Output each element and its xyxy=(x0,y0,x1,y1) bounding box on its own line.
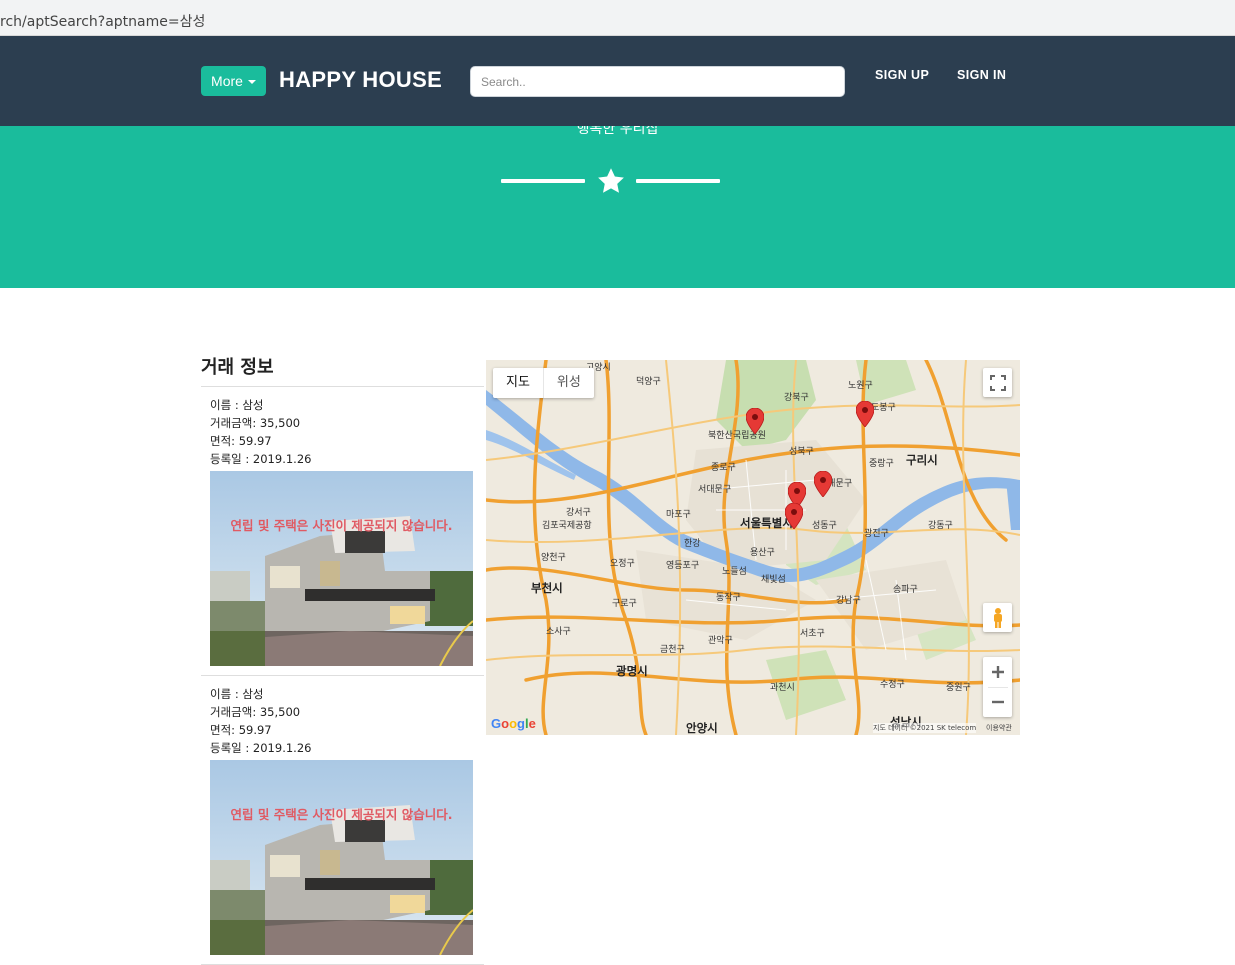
deal-item[interactable]: 이름 : 삼성 거래금액: 35,500 면적: 59.97 등록일 : 201… xyxy=(201,387,484,676)
apartment-marker[interactable] xyxy=(814,471,832,497)
nav-sign-in[interactable]: SIGN IN xyxy=(957,68,1006,82)
star-divider xyxy=(501,166,721,196)
map-type-satellite-button[interactable]: 위성 xyxy=(542,368,594,398)
map-label: 광명시 xyxy=(616,664,648,678)
navbar: More HAPPY HOUSE SIGN UP SIGN IN xyxy=(0,36,1235,126)
deal-area: 면적: 59.97 xyxy=(210,723,272,737)
map-label: 강서구 xyxy=(566,508,591,518)
map-label: 종로구 xyxy=(711,463,736,473)
deal-price: 거래금액: 35,500 xyxy=(210,416,301,430)
map-label: 강북구 xyxy=(784,393,809,403)
apartment-marker[interactable] xyxy=(785,503,803,529)
map-label: 양천구 xyxy=(541,553,566,563)
map-label: 강남구 xyxy=(836,596,861,606)
nav-sign-up[interactable]: SIGN UP xyxy=(875,68,929,82)
minus-icon xyxy=(991,701,1004,704)
map-attribution: 지도 데이터 ©2021 SK telecom xyxy=(873,723,977,733)
more-label: More xyxy=(211,73,243,89)
map-label: 중원구 xyxy=(946,683,971,693)
map-label: 김포국제공항 xyxy=(542,521,592,531)
map-type-map-button[interactable]: 지도 xyxy=(493,368,543,398)
map-label: 도봉구 xyxy=(871,403,896,413)
google-logo[interactable]: Google xyxy=(491,716,536,731)
pegman-icon xyxy=(993,607,1002,628)
map-label: 마포구 xyxy=(666,510,691,520)
street-view-pegman[interactable] xyxy=(983,603,1012,632)
map-terms-link[interactable]: 이용약관 xyxy=(986,723,1012,733)
house-photo: 연립 및 주택은 사진이 제공되지 않습니다. xyxy=(210,471,473,666)
fullscreen-icon xyxy=(989,374,1006,391)
plus-icon xyxy=(991,665,1004,678)
map-label: 중랑구 xyxy=(869,459,894,469)
map-label: 오정구 xyxy=(610,559,635,569)
search-input[interactable] xyxy=(470,66,845,97)
photo-notice: 연립 및 주택은 사진이 제공되지 않습니다. xyxy=(230,807,453,822)
map-label: 서대문구 xyxy=(698,485,732,495)
address-field[interactable]: rch/aptSearch?aptname=삼성 xyxy=(0,3,1235,32)
map-label: 광진구 xyxy=(864,529,889,539)
map-label: 서초구 xyxy=(800,629,825,639)
apartment-marker[interactable] xyxy=(856,401,874,427)
masthead: 행복한 우리집 xyxy=(0,126,1235,288)
map-label: 노원구 xyxy=(848,381,873,391)
map-label: 노들섬 xyxy=(722,567,747,577)
map-label: 수정구 xyxy=(880,680,905,690)
map-label: 과천시 xyxy=(770,683,795,693)
deal-name: 이름 : 삼성 xyxy=(210,398,264,412)
map-type-control: 지도 위성 xyxy=(493,368,594,398)
deal-area: 면적: 59.97 xyxy=(210,434,272,448)
deal-info-title: 거래 정보 xyxy=(201,356,484,387)
map-label: 부천시 xyxy=(531,581,563,595)
map-label: 동작구 xyxy=(716,593,741,603)
zoom-in-button[interactable] xyxy=(983,657,1012,687)
browser-url-bar: rch/aptSearch?aptname=삼성 xyxy=(0,0,1235,36)
brand-logo[interactable]: HAPPY HOUSE xyxy=(279,67,442,93)
deal-date: 등록일 : 2019.1.26 xyxy=(210,741,312,755)
map-label: 구리시 xyxy=(906,453,938,467)
map-label: 송파구 xyxy=(893,585,918,595)
map-label: 안양시 xyxy=(686,721,718,735)
map-label: 영등포구 xyxy=(666,561,700,571)
photo-notice: 연립 및 주택은 사진이 제공되지 않습니다. xyxy=(230,518,453,533)
house-photo: 연립 및 주택은 사진이 제공되지 않습니다. xyxy=(210,760,473,955)
map-label: 채빛섬 xyxy=(761,575,786,585)
apartment-marker[interactable] xyxy=(746,408,764,434)
star-icon xyxy=(598,168,624,193)
map-label: 강동구 xyxy=(928,521,953,531)
map-label: 성동구 xyxy=(812,521,837,531)
deal-date: 등록일 : 2019.1.26 xyxy=(210,452,312,466)
map-label: 성북구 xyxy=(789,447,814,457)
deal-info-panel: 거래 정보 이름 : 삼성 거래금액: 35,500 면적: 59.97 등록일… xyxy=(201,356,484,965)
deal-item[interactable]: 이름 : 삼성 거래금액: 35,500 면적: 59.97 등록일 : 201… xyxy=(201,676,484,965)
more-dropdown-button[interactable]: More xyxy=(201,66,266,96)
map-label: 관악구 xyxy=(708,636,733,646)
fullscreen-button[interactable] xyxy=(983,368,1012,397)
deal-price: 거래금액: 35,500 xyxy=(210,705,301,719)
map-label: 금천구 xyxy=(660,645,685,655)
caret-down-icon xyxy=(247,80,256,84)
deal-name: 이름 : 삼성 xyxy=(210,687,264,701)
address-text: rch/aptSearch?aptname=삼성 xyxy=(0,14,206,30)
map-label: 덕양구 xyxy=(636,377,661,387)
map-label: 구로구 xyxy=(612,599,637,609)
divider-line-left xyxy=(501,179,585,183)
map-label: 소사구 xyxy=(546,627,571,637)
google-map[interactable]: 고양시 덕양구 노원구 강북구 도봉구 북한산국립공원 성북구 종로구 중랑구 … xyxy=(486,360,1020,735)
house-photo-image xyxy=(210,471,473,666)
masthead-subtitle: 행복한 우리집 xyxy=(576,126,659,137)
divider-line-right xyxy=(636,179,720,183)
zoom-control xyxy=(983,657,1012,717)
house-photo-image xyxy=(210,760,473,955)
zoom-out-button[interactable] xyxy=(983,688,1012,718)
map-label: 용산구 xyxy=(750,548,775,558)
map-label: 한강 xyxy=(684,539,701,549)
